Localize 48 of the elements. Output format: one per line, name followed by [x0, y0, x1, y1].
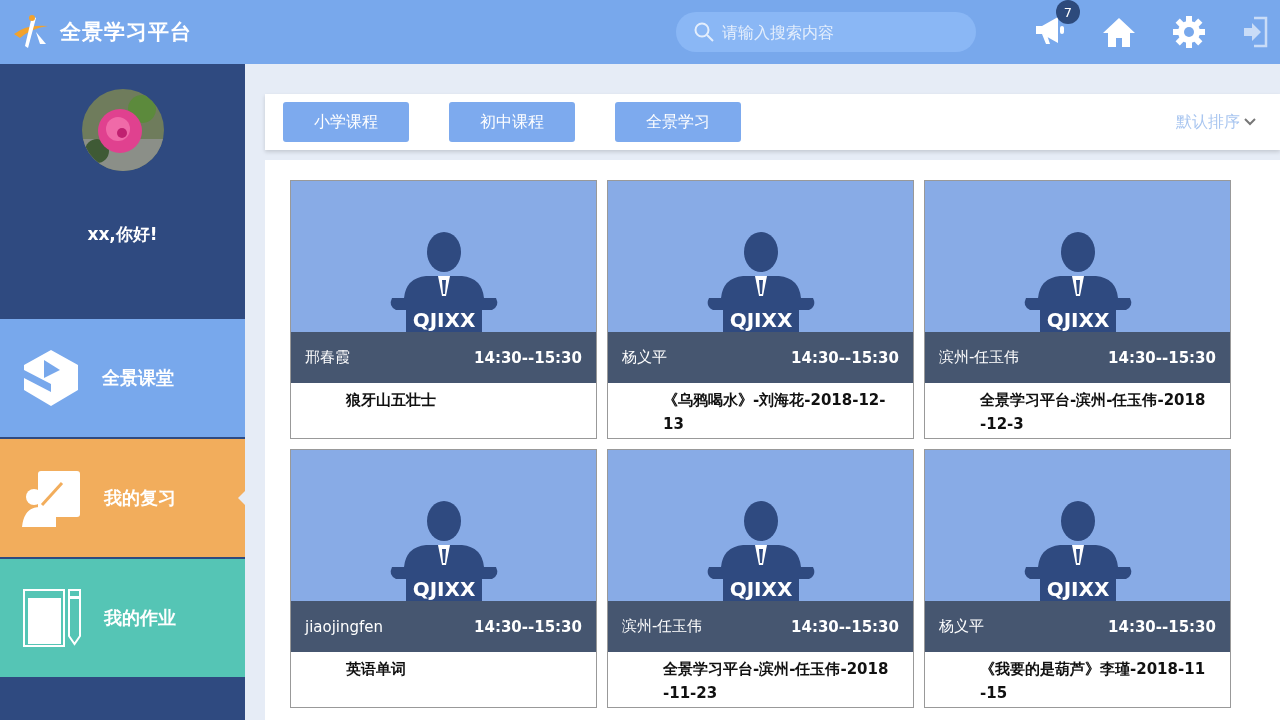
teacher-name: 滨州-任玉伟 [939, 348, 1020, 367]
logout-icon[interactable] [1242, 16, 1268, 48]
course-card[interactable]: QJIXX 杨义平 14:30--15:30 《我要的是葫芦》李瑾-2018-11-15 [924, 449, 1231, 708]
course-title: 《我要的是葫芦》李瑾-2018-11-15 [979, 659, 1207, 704]
course-title: 狼牙山五壮士 [345, 390, 437, 411]
teacher-board-icon [22, 469, 82, 527]
course-card[interactable]: QJIXX jiaojingfen 14:30--15:30 英语单词 [290, 449, 597, 708]
course-title: 全景学习平台-滨州-任玉伟-2018-12-3 [979, 390, 1207, 435]
time-range: 14:30--15:30 [791, 617, 899, 636]
category-tab[interactable]: 全景学习 [615, 102, 741, 142]
app-title: 全景学习平台 [60, 19, 192, 46]
notebook-pencil-icon [22, 588, 82, 648]
podium-label: QJIXX [1046, 308, 1109, 332]
teacher-name: 杨义平 [622, 348, 667, 367]
chevron-down-icon [1244, 118, 1256, 126]
settings-icon[interactable] [1172, 15, 1206, 49]
cube-play-icon [22, 348, 80, 408]
teacher-name: 滨州-任玉伟 [622, 617, 703, 636]
search-field[interactable]: 请输入搜索内容 [676, 12, 976, 52]
time-range: 14:30--15:30 [1108, 617, 1216, 636]
podium-label: QJIXX [412, 308, 475, 332]
teacher-name: jiaojingfen [305, 617, 384, 636]
sort-dropdown[interactable]: 默认排序 [1170, 110, 1262, 134]
course-card[interactable]: QJIXX 滨州-任玉伟 14:30--15:30 全景学习平台-滨州-任玉伟-2018-12-3 [924, 180, 1231, 439]
greeting-text: xx,你好! [87, 223, 158, 246]
sidebar-item[interactable]: 我的作业 [0, 559, 245, 677]
time-range: 14:30--15:30 [474, 617, 582, 636]
sidebar-item[interactable]: 我的复习 [0, 439, 245, 557]
notification-badge: 7 [1056, 0, 1080, 24]
course-title: 英语单词 [345, 659, 407, 680]
category-tab[interactable]: 初中课程 [449, 102, 575, 142]
time-range: 14:30--15:30 [1108, 348, 1216, 367]
teacher-name: 杨义平 [939, 617, 984, 636]
course-title: 全景学习平台-滨州-任玉伟-2018-11-23 [662, 659, 890, 704]
course-title: 《乌鸦喝水》-刘海花-2018-12-13 [662, 390, 887, 435]
podium-label: QJIXX [729, 308, 792, 332]
time-range: 14:30--15:30 [791, 348, 899, 367]
home-icon[interactable] [1102, 16, 1136, 48]
podium-label: QJIXX [412, 577, 475, 601]
course-card[interactable]: QJIXX 邢春霞 14:30--15:30 狼牙山五壮士 [290, 180, 597, 439]
sidebar-item[interactable]: 全景课堂 [0, 319, 245, 437]
course-card[interactable]: QJIXX 杨义平 14:30--15:30 《乌鸦喝水》-刘海花-2018-12-13 [607, 180, 914, 439]
podium-label: QJIXX [729, 577, 792, 601]
time-range: 14:30--15:30 [474, 348, 582, 367]
podium-label: QJIXX [1046, 577, 1109, 601]
course-card[interactable]: QJIXX 滨州-任玉伟 14:30--15:30 全景学习平台-滨州-任玉伟-2018-11-23 [607, 449, 914, 708]
category-tab[interactable]: 小学课程 [283, 102, 409, 142]
teacher-name: 邢春霞 [305, 348, 350, 367]
